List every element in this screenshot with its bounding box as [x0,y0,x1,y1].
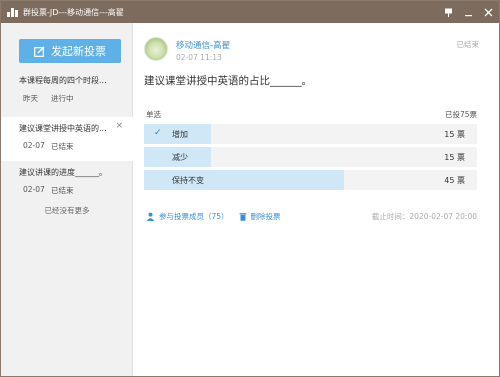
pin-icon[interactable] [441,5,455,19]
users-icon [146,212,155,221]
vote-window: 群投票-JD---移动通信---高翟 发起新投票 本课程每周的四个时段... 昨… [0,0,500,377]
avatar[interactable] [144,37,168,61]
list-item-status: 进行中 [51,94,74,103]
close-icon[interactable] [481,5,495,19]
new-vote-button[interactable]: 发起新投票 [19,39,121,63]
option-label: 增加 [172,130,188,139]
option-label: 减少 [172,153,188,162]
option-count: 15 票 [444,130,465,139]
list-item-status: 已结束 [51,142,74,151]
list-item-date: 昨天 [23,94,38,103]
deadline-text: 截止时间：2020-02-07 20:00 [371,212,477,221]
no-more-text: 已经没有更多 [44,206,90,215]
vote-total: 已投75票 [444,110,477,119]
vote-option: 减少 15 票 [144,147,477,167]
list-item-date: 02-07 [23,185,45,194]
list-item-title: 本课程每周的四个时段... [19,76,107,85]
list-item-title: 建议讲课的进度______。 [19,168,107,177]
title-bar: 群投票-JD---移动通信---高翟 [1,1,499,23]
list-item-selected[interactable]: 建议课堂讲授中英语的... × 02-07 已结束 [1,117,133,161]
participants-link[interactable]: 参与投票成员（75） [159,211,229,222]
option-count: 45 票 [444,176,465,185]
option-label: 保持不变 [172,176,204,185]
vote-option: 保持不变 45 票 [144,170,477,190]
new-vote-label: 发起新投票 [51,45,106,58]
delete-vote-link[interactable]: 删除投票 [251,211,281,222]
minimize-icon[interactable] [461,5,475,19]
bar-chart-icon [7,7,19,17]
author-name[interactable]: 移动通信-高翟 [176,39,230,51]
check-icon: ✓ [154,128,162,138]
list-item-date: 02-07 [23,141,45,150]
list-item-title: 建议课堂讲授中英语的... [19,124,107,133]
vote-option: ✓ 增加 15 票 [144,124,477,144]
trash-icon [239,212,247,221]
sidebar: 发起新投票 本课程每周的四个时段... 昨天 进行中 建议课堂讲授中英语的...… [1,23,133,376]
vote-mode: 单选 [146,110,161,119]
vote-detail: 移动通信-高翟 02-07 11:13 已结束 建议课堂讲授中英语的占比____… [134,23,499,376]
post-time: 02-07 11:13 [176,53,222,62]
status-badge: 已结束 [456,40,480,49]
close-icon[interactable]: × [115,121,123,131]
option-count: 15 票 [444,153,465,162]
edit-icon [34,46,45,57]
list-item-status: 已结束 [51,186,74,195]
window-title: 群投票-JD---移动通信---高翟 [23,7,124,17]
vote-question: 建议课堂讲授中英语的占比______。 [144,75,312,87]
list-item[interactable]: 建议讲课的进度______。 02-07 已结束 [1,161,133,205]
list-item[interactable]: 本课程每周的四个时段... 昨天 进行中 [1,69,133,113]
